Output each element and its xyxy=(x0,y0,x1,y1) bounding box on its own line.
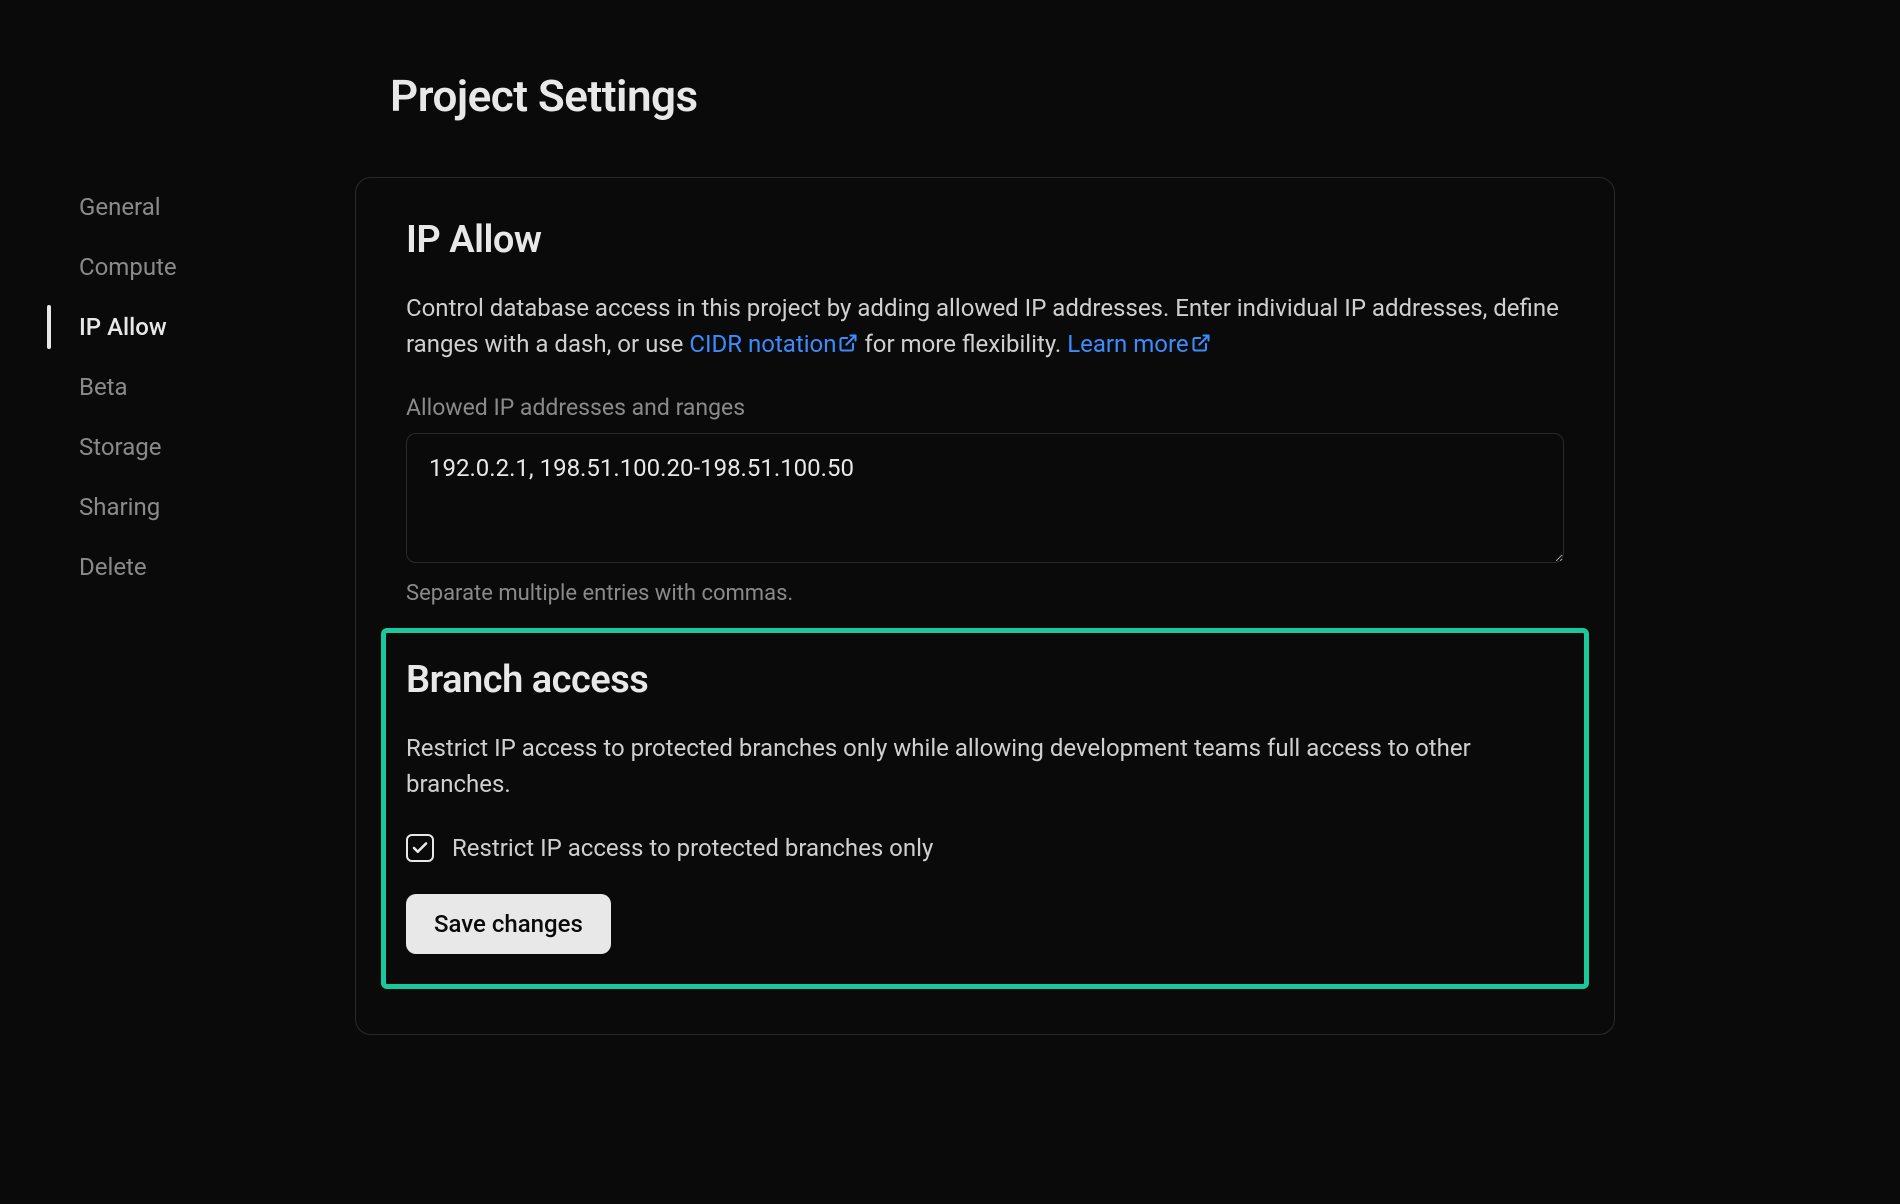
sidebar-item-sharing[interactable]: Sharing xyxy=(47,477,355,537)
learn-more-text: Learn more xyxy=(1067,330,1188,358)
branch-access-heading: Branch access xyxy=(406,658,1564,702)
sidebar-item-beta[interactable]: Beta xyxy=(47,357,355,417)
ip-allow-heading: IP Allow xyxy=(406,218,1564,262)
restrict-ip-checkbox[interactable] xyxy=(406,834,434,862)
ip-allow-description: Control database access in this project … xyxy=(406,290,1564,362)
save-changes-button[interactable]: Save changes xyxy=(406,894,611,954)
main-content: IP Allow Control database access in this… xyxy=(355,177,1665,1035)
sidebar-item-general[interactable]: General xyxy=(47,177,355,237)
sidebar-item-storage[interactable]: Storage xyxy=(47,417,355,477)
check-icon xyxy=(411,839,429,857)
allowed-ips-hint: Separate multiple entries with commas. xyxy=(406,581,1564,606)
restrict-ip-checkbox-row: Restrict IP access to protected branches… xyxy=(406,834,1564,862)
allowed-ips-label: Allowed IP addresses and ranges xyxy=(406,394,1564,421)
learn-more-link[interactable]: Learn more xyxy=(1067,330,1210,358)
allowed-ips-input[interactable] xyxy=(406,433,1564,563)
branch-access-section: Branch access Restrict IP access to prot… xyxy=(381,628,1589,989)
page-title: Project Settings xyxy=(390,70,1900,122)
restrict-ip-checkbox-label[interactable]: Restrict IP access to protected branches… xyxy=(452,834,933,862)
external-link-icon xyxy=(1191,327,1211,347)
sidebar-item-compute[interactable]: Compute xyxy=(47,237,355,297)
ip-allow-card: IP Allow Control database access in this… xyxy=(355,177,1615,1035)
cidr-link-text: CIDR notation xyxy=(689,330,836,358)
settings-sidebar: General Compute IP Allow Beta Storage Sh… xyxy=(0,177,355,1035)
description-mid: for more flexibility. xyxy=(858,330,1067,358)
external-link-icon xyxy=(838,327,858,347)
sidebar-item-delete[interactable]: Delete xyxy=(47,537,355,597)
sidebar-item-ip-allow[interactable]: IP Allow xyxy=(47,297,355,357)
branch-access-description: Restrict IP access to protected branches… xyxy=(406,730,1564,802)
cidr-notation-link[interactable]: CIDR notation xyxy=(689,330,858,358)
